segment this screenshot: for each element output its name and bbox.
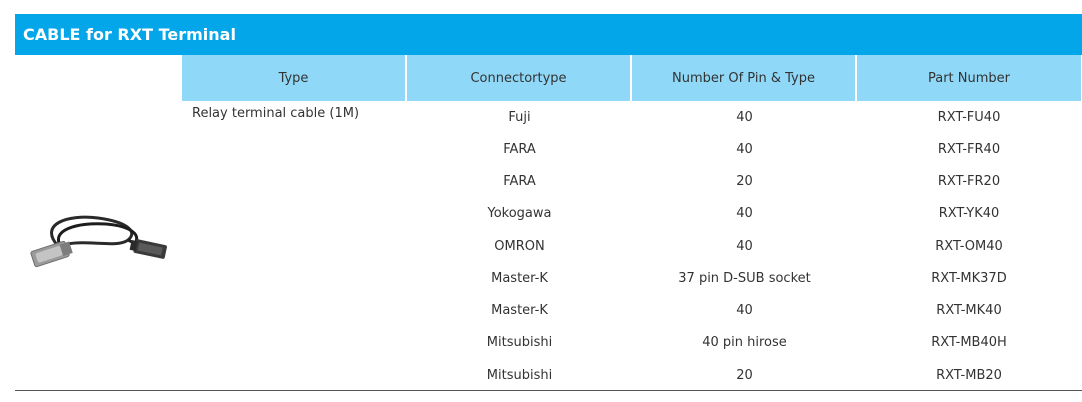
connector-cell: FARA [503,141,536,157]
pin-cell: 20 [736,367,753,383]
table-header-row: Type Connectortype Number Of Pin & Type … [182,55,1081,101]
part-number-cell: RXT-FR40 [937,141,1001,157]
table-row: Yokogawa 40 RXT-YK40 [407,198,1081,230]
pin-cell: 40 [736,141,753,157]
connector-cell: Yokogawa [487,206,552,222]
pin-cell: 37 pin D-SUB socket [678,270,811,286]
section-title-bar: CABLE for RXT Terminal [15,14,1082,55]
table-row: Fuji 40 RXT-FU40 [407,101,1081,133]
connector-cell: Mitsubishi [486,335,553,351]
type-cell: Relay terminal cable (1M) [192,106,360,121]
header-part-number: Part Number [857,55,1081,101]
connector-cell: Master-K [491,270,548,286]
table-row: Mitsubishi 20 RXT-MB20 [407,359,1081,391]
cable-icon [30,215,167,268]
header-connector-type: Connectortype [407,55,630,101]
part-number-cell: RXT-MB40H [931,335,1007,351]
cable-table: Type Connectortype Number Of Pin & Type … [182,55,1081,391]
part-number-cell: RXT-MK37D [931,270,1007,286]
pin-cell: 40 [736,303,753,319]
pin-cell: 40 [736,109,753,125]
part-number-cell: RXT-YK40 [938,206,1000,222]
table-row: Master-K 37 pin D-SUB socket RXT-MK37D [407,262,1081,294]
table-rows: Fuji 40 RXT-FU40 FARA 40 RXT-FR40 FARA 2… [407,101,1081,391]
table-row: OMRON 40 RXT-OM40 [407,230,1081,262]
connector-cell: Fuji [508,109,531,125]
part-number-cell: RXT-MK40 [936,303,1002,319]
section-title: CABLE for RXT Terminal [23,25,236,44]
table-row: Master-K 40 RXT-MK40 [407,295,1081,327]
pin-cell: 40 [736,238,753,254]
pin-cell: 40 pin hirose [702,335,787,351]
table-row: FARA 40 RXT-FR40 [407,133,1081,165]
pin-cell: 20 [736,174,753,190]
connector-cell: Mitsubishi [486,367,553,383]
connector-cell: OMRON [494,238,545,254]
pin-cell: 40 [736,206,753,222]
bottom-divider [15,390,1082,391]
part-number-cell: RXT-FR20 [937,174,1001,190]
table-body: Relay terminal cable (1M) Fuji 40 RXT-FU… [182,101,1081,391]
table-row: Mitsubishi 40 pin hirose RXT-MB40H [407,327,1081,359]
connector-cell: FARA [503,174,536,190]
part-number-cell: RXT-OM40 [935,238,1003,254]
table-row: FARA 20 RXT-FR20 [407,166,1081,198]
header-type: Type [182,55,405,101]
part-number-cell: RXT-FU40 [937,109,1001,125]
connector-cell: Master-K [491,303,548,319]
header-pin-type: Number Of Pin & Type [632,55,855,101]
part-number-cell: RXT-MB20 [936,367,1002,383]
